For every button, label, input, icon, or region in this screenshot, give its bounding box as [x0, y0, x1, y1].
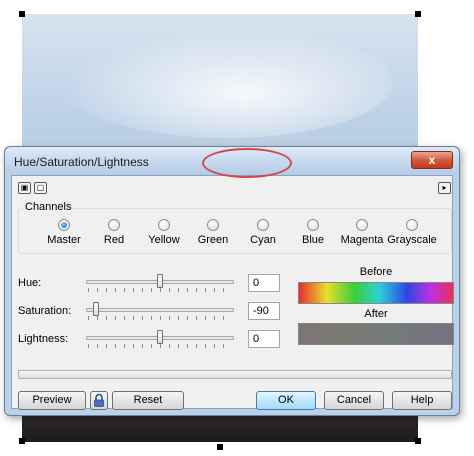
hue-slider-ticks: [88, 288, 232, 292]
saturation-slider-ticks: [88, 316, 232, 320]
dialog-client-area: ▣ ▢ ▸ Channels Master Red Yellow Green C…: [11, 175, 454, 410]
hue-label: Hue:: [18, 277, 42, 289]
hue-slider-thumb[interactable]: [157, 274, 163, 288]
radio-blue[interactable]: [307, 219, 319, 231]
ok-button[interactable]: OK: [256, 391, 316, 410]
close-button[interactable]: x: [411, 151, 453, 169]
preview-window-icon[interactable]: ▢: [34, 182, 47, 194]
selection-handle-bottom-left[interactable]: [19, 438, 25, 444]
view-toggle-icon[interactable]: ▣: [18, 182, 31, 194]
saturation-slider[interactable]: [86, 300, 234, 322]
play-arrow-icon[interactable]: ▸: [438, 182, 451, 194]
radio-yellow[interactable]: [158, 219, 170, 231]
saturation-slider-thumb[interactable]: [93, 302, 99, 316]
help-button[interactable]: Help: [392, 391, 452, 410]
saturation-label: Saturation:: [18, 305, 72, 317]
saturation-slider-track: [86, 308, 234, 312]
selection-handle-top-left[interactable]: [19, 11, 25, 17]
reset-button[interactable]: Reset: [112, 391, 184, 410]
lock-button[interactable]: [90, 391, 108, 410]
preview-button[interactable]: Preview: [18, 391, 86, 410]
channels-group: Channels Master Red Yellow Green Cyan Bl…: [18, 201, 452, 254]
channel-grayscale[interactable]: Grayscale: [377, 219, 447, 246]
radio-red[interactable]: [108, 219, 120, 231]
radio-grayscale[interactable]: [406, 219, 418, 231]
selection-handle-top-right[interactable]: [415, 11, 421, 17]
radio-green[interactable]: [207, 219, 219, 231]
selection-handle-bottom-right[interactable]: [415, 438, 421, 444]
before-color-swatch: [298, 282, 454, 304]
lightness-label: Lightness:: [18, 333, 69, 345]
channels-group-label: Channels: [23, 201, 74, 213]
radio-master[interactable]: [58, 219, 70, 231]
after-label: After: [364, 308, 388, 320]
progress-bar: [18, 370, 452, 379]
hue-saturation-dialog: Hue/Saturation/Lightness x ▣ ▢ ▸ Channel…: [4, 146, 460, 416]
lightness-slider[interactable]: [86, 328, 234, 350]
selection-handle-bottom-middle[interactable]: [217, 444, 223, 450]
close-icon: x: [428, 153, 436, 167]
hue-slider[interactable]: [86, 272, 234, 294]
lightness-input[interactable]: 0: [248, 330, 280, 348]
lightness-slider-ticks: [88, 344, 232, 348]
channel-grayscale-label: Grayscale: [387, 234, 437, 246]
radio-magenta[interactable]: [356, 219, 368, 231]
saturation-highlight-ellipse: [202, 148, 292, 178]
radio-cyan[interactable]: [257, 219, 269, 231]
after-color-swatch: [298, 323, 454, 345]
lightness-slider-thumb[interactable]: [157, 330, 163, 344]
cancel-button[interactable]: Cancel: [324, 391, 384, 410]
saturation-input[interactable]: -90: [248, 302, 280, 320]
dialog-title: Hue/Saturation/Lightness: [14, 155, 149, 169]
hue-input[interactable]: 0: [248, 274, 280, 292]
lock-icon: [94, 393, 104, 407]
cloud-shape: [62, 28, 392, 138]
before-label: Before: [359, 266, 393, 278]
